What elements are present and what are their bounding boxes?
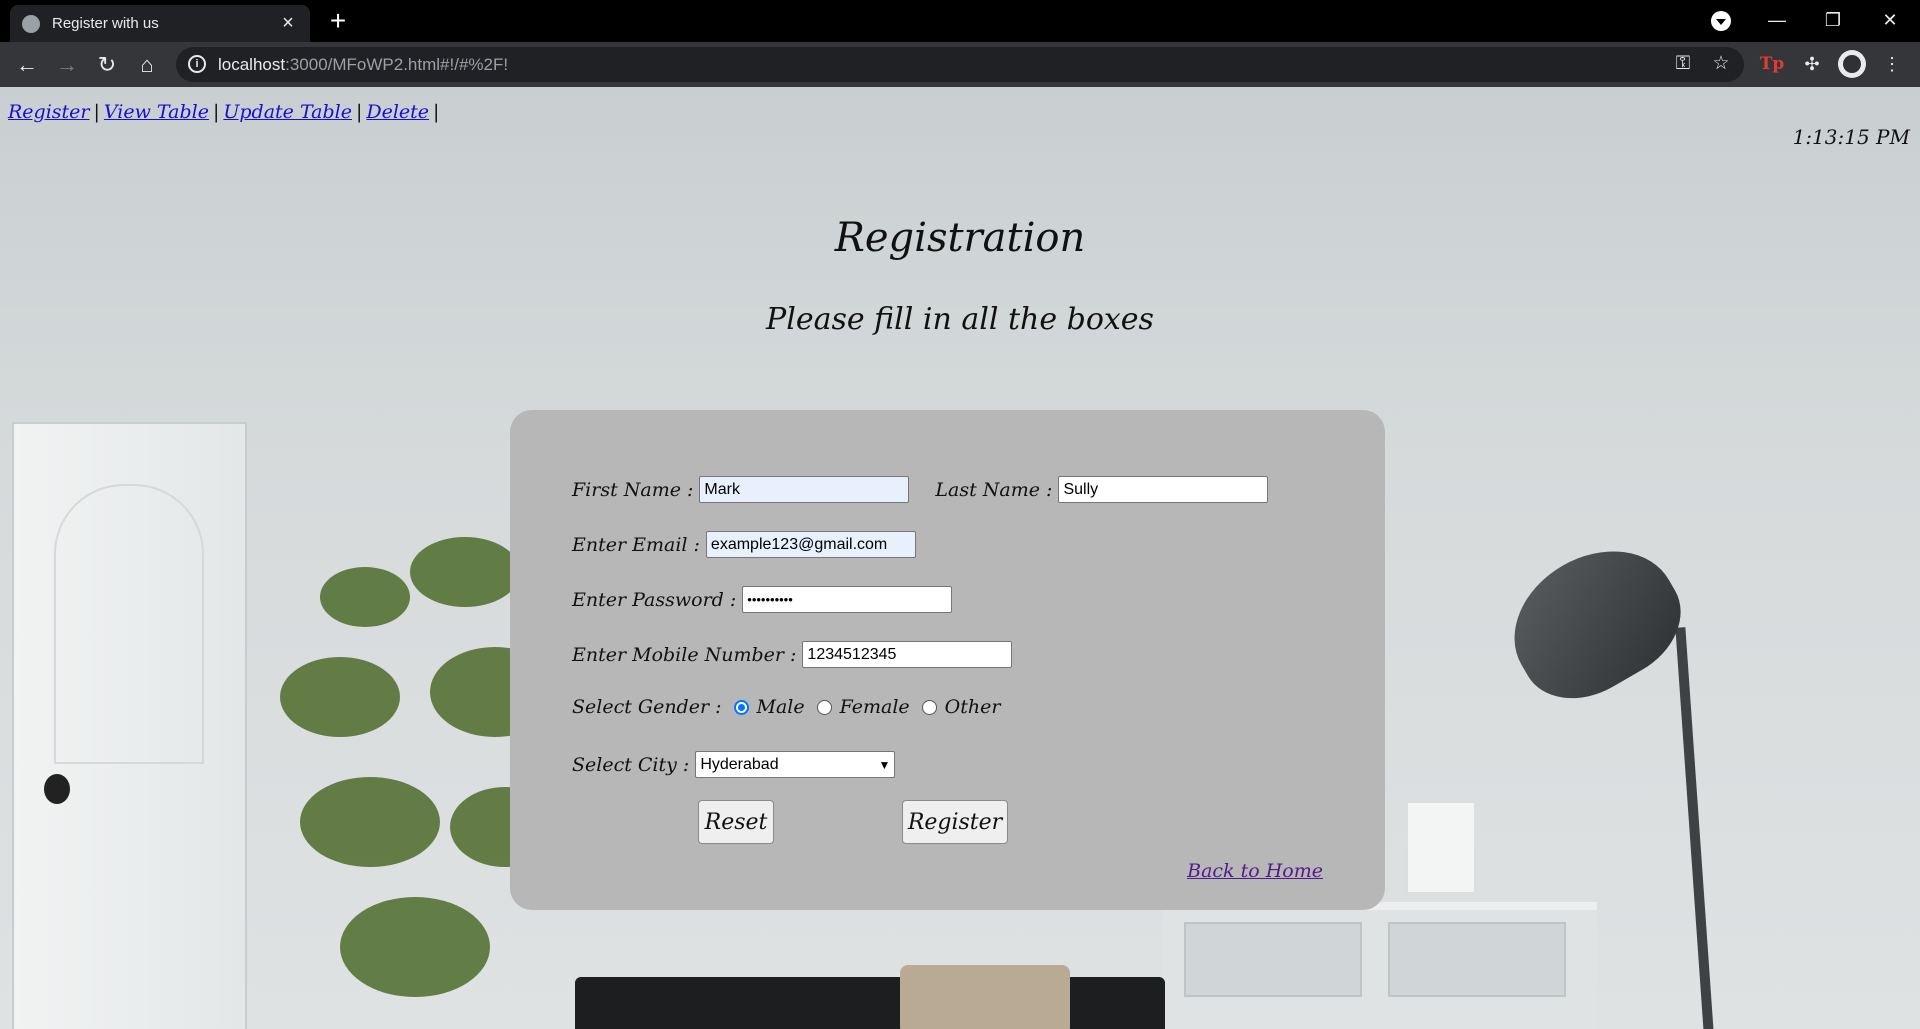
gender-option-female: Female (839, 696, 910, 718)
forward-icon[interactable]: → (52, 50, 82, 80)
gender-radio-female[interactable] (816, 699, 832, 715)
mobile-row: Enter Mobile Number : 1234512345 (572, 641, 1013, 668)
reload-icon[interactable]: ↻ (92, 50, 122, 80)
info-icon[interactable]: i (188, 55, 206, 73)
nav-link-view-table[interactable]: View Table (104, 101, 209, 123)
city-label: Select City : (572, 753, 690, 776)
tab-title: Register with us (52, 15, 159, 32)
last-name-input[interactable]: Sully (1058, 476, 1269, 503)
star-icon[interactable]: ☆ (1708, 51, 1734, 77)
background-sofa (575, 977, 1165, 1029)
top-nav: Register | View Table | Update Table | Delete | (8, 101, 440, 123)
gender-row: Select Gender : Male Female Other (572, 696, 1000, 718)
page-subtitle: Please fill in all the boxes (766, 302, 1154, 337)
register-button[interactable]: Register (902, 800, 1008, 844)
background-picture-frame (1405, 800, 1477, 895)
close-icon[interactable]: × (278, 12, 298, 35)
name-row: First Name : Mark Last Name : Sully (572, 476, 1269, 503)
browser-tab[interactable]: Register with us × (10, 5, 310, 42)
page-title: Registration (834, 215, 1086, 261)
registration-form: First Name : Mark Last Name : Sully Ente… (510, 410, 1385, 910)
nav-link-delete[interactable]: Delete (366, 101, 429, 123)
mobile-input[interactable]: 1234512345 (802, 641, 1013, 668)
page-content: Register | View Table | Update Table | Delete |… (0, 87, 1920, 1029)
back-to-home-link[interactable]: Back to Home (1187, 860, 1323, 882)
home-icon[interactable]: ⌂ (132, 50, 162, 80)
nav-link-register[interactable]: Register (8, 101, 90, 123)
password-label: Enter Password : (572, 588, 737, 611)
globe-icon (22, 14, 40, 33)
key-icon[interactable]: ⚿ (1670, 51, 1696, 77)
city-row: Select City : Hyderabad ▼ (572, 751, 896, 778)
background-door (12, 422, 247, 1029)
last-name-label: Last Name : (935, 478, 1053, 501)
window-close-icon[interactable]: ✕ (1870, 6, 1910, 34)
extension-tp-icon[interactable]: Tp (1758, 50, 1786, 78)
city-select[interactable]: Hyderabad ▼ (695, 751, 896, 778)
clock: 1:13:15 PM (1792, 125, 1910, 149)
chevron-down-icon: ▼ (878, 757, 891, 772)
gender-option-other: Other (944, 696, 1001, 718)
password-input[interactable]: •••••••••• (742, 586, 953, 613)
profile-avatar[interactable] (1838, 50, 1866, 78)
email-row: Enter Email : example123@gmail.com (572, 531, 916, 558)
password-row: Enter Password : •••••••••• (572, 586, 953, 613)
first-name-input[interactable]: Mark (699, 476, 910, 503)
minimize-icon[interactable]: — (1757, 6, 1797, 34)
mobile-label: Enter Mobile Number : (572, 643, 797, 666)
city-select-value: Hyderabad (700, 755, 779, 773)
new-tab-icon[interactable]: + (324, 7, 352, 35)
reset-button[interactable]: Reset (698, 800, 774, 844)
gender-radio-other[interactable] (921, 699, 937, 715)
back-icon[interactable]: ← (12, 50, 42, 80)
browser-tab-strip: Register with us × + — ❐ ✕ (0, 0, 1920, 42)
kebab-menu-icon[interactable]: ⋮ (1878, 50, 1906, 78)
gender-radio-male[interactable] (733, 699, 749, 715)
tab-search-icon[interactable] (1711, 11, 1731, 31)
email-input[interactable]: example123@gmail.com (705, 531, 916, 558)
browser-toolbar: ← → ↻ ⌂ i localhost:3000/MFoWP2.html#!/#… (0, 42, 1920, 87)
background-lamp-shade (1488, 523, 1702, 721)
puzzle-icon[interactable]: ✣ (1798, 50, 1826, 78)
restore-icon[interactable]: ❐ (1813, 6, 1853, 34)
background-lamp-pole (1675, 627, 1715, 1029)
gender-option-male: Male (756, 696, 805, 718)
background-pillow (900, 965, 1070, 1029)
nav-link-update-table[interactable]: Update Table (223, 101, 352, 123)
email-label: Enter Email : (572, 533, 700, 556)
background-dresser (1162, 902, 1597, 1029)
address-bar[interactable]: i localhost:3000/MFoWP2.html#!/#%2F! ⚿ ☆ (176, 47, 1744, 82)
url-text: localhost:3000/MFoWP2.html#!/#%2F! (218, 55, 509, 74)
gender-label: Select Gender : (572, 696, 722, 718)
first-name-label: First Name : (572, 478, 694, 501)
